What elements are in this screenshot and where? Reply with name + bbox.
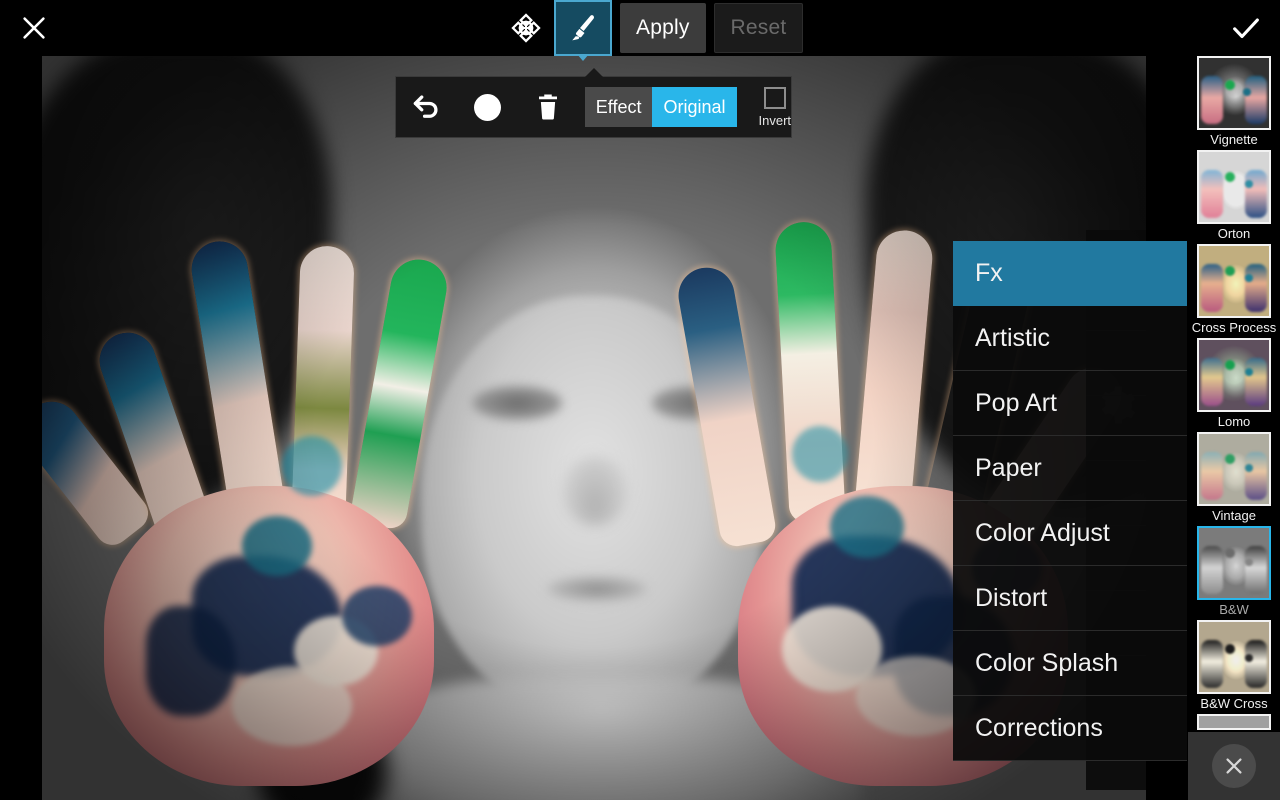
target-selection-icon[interactable] [498,0,554,56]
thumb-image-next-partial[interactable] [1197,714,1271,730]
thumb-label: Vintage [1212,508,1256,523]
thumb-cell-vintage[interactable]: Vintage [1188,432,1280,526]
category-label: Artistic [975,323,1050,352]
toggle-original[interactable]: Original [652,87,737,127]
category-item-distort[interactable]: Distort [953,566,1187,631]
checkmark-icon[interactable] [1218,0,1274,56]
paintbrush-icon[interactable] [554,0,612,56]
apply-button[interactable]: Apply [620,3,706,53]
toggle-effect[interactable]: Effect [584,87,653,127]
brush-edit-toolbar[interactable]: Effect Original Invert [395,76,792,138]
trash-can-icon[interactable] [518,76,579,138]
top-toolbar: Apply Reset [0,0,1280,56]
thumb-image-cross-process[interactable] [1197,244,1271,318]
category-item-color-adjust[interactable]: Color Adjust [953,501,1187,566]
category-label: Color Splash [975,648,1119,677]
thumb-image-lomo[interactable] [1197,338,1271,412]
thumb-label: B&W Cross [1200,696,1268,711]
category-item-paper[interactable]: Paper [953,436,1187,501]
thumb-cell-bw[interactable]: B&W [1188,526,1280,620]
category-item-pop-art[interactable]: Pop Art [953,371,1187,436]
thumb-label: Lomo [1217,414,1251,429]
category-label: Pop Art [975,388,1057,417]
thumb-label: Vignette [1210,132,1258,147]
thumb-cell-next-partial[interactable] [1188,714,1280,730]
thumb-image-vignette[interactable] [1197,56,1271,130]
effect-original-toggle[interactable]: Effect Original [584,87,737,127]
category-item-color-splash[interactable]: Color Splash [953,631,1187,696]
thumb-cell-bw-cross[interactable]: B&W Cross [1188,620,1280,714]
invert-checkbox-group[interactable]: Invert [758,86,792,128]
close-rail-button[interactable] [1188,732,1280,800]
thumb-cell-orton[interactable]: Orton [1188,150,1280,244]
close-x-icon[interactable] [6,0,62,56]
category-label: Corrections [975,713,1103,742]
thumb-image-bw-cross[interactable] [1197,620,1271,694]
category-item-fx[interactable]: Fx [953,241,1187,306]
thumb-label: Orton [1217,226,1251,241]
category-label: Color Adjust [975,518,1110,547]
category-label: Fx [975,258,1003,287]
effect-thumbnail-rail[interactable]: Vignette Orton Cross Process Lomo Vintag… [1188,56,1280,732]
thumb-cell-cross-process[interactable]: Cross Process [1188,244,1280,338]
thumb-cell-lomo[interactable]: Lomo [1188,338,1280,432]
thumb-image-orton[interactable] [1197,150,1271,224]
thumb-label: Cross Process [1191,320,1277,335]
category-item-corrections[interactable]: Corrections [953,696,1187,761]
invert-label: Invert [758,112,792,128]
thumb-image-bw[interactable] [1197,526,1271,600]
category-label: Distort [975,583,1048,612]
tool-group: Apply Reset [498,0,804,56]
brush-size-circle-icon[interactable] [457,76,518,138]
category-item-artistic[interactable]: Artistic [953,306,1187,371]
category-label: Paper [975,453,1042,482]
photo-editor-screen: Fx Artistic Pop Art Paper Color Adjust D… [0,0,1280,800]
rail-scroll-content: Vignette Orton Cross Process Lomo Vintag… [1188,56,1280,730]
close-circle-icon [1212,744,1256,788]
thumb-cell-vignette[interactable]: Vignette [1188,56,1280,150]
effect-category-menu[interactable]: Fx Artistic Pop Art Paper Color Adjust D… [953,241,1187,800]
reset-button[interactable]: Reset [713,3,804,53]
undo-arrow-icon[interactable] [396,76,457,138]
thumb-image-vintage[interactable] [1197,432,1271,506]
thumb-label: B&W [1219,602,1249,617]
invert-checkbox[interactable] [763,86,786,109]
